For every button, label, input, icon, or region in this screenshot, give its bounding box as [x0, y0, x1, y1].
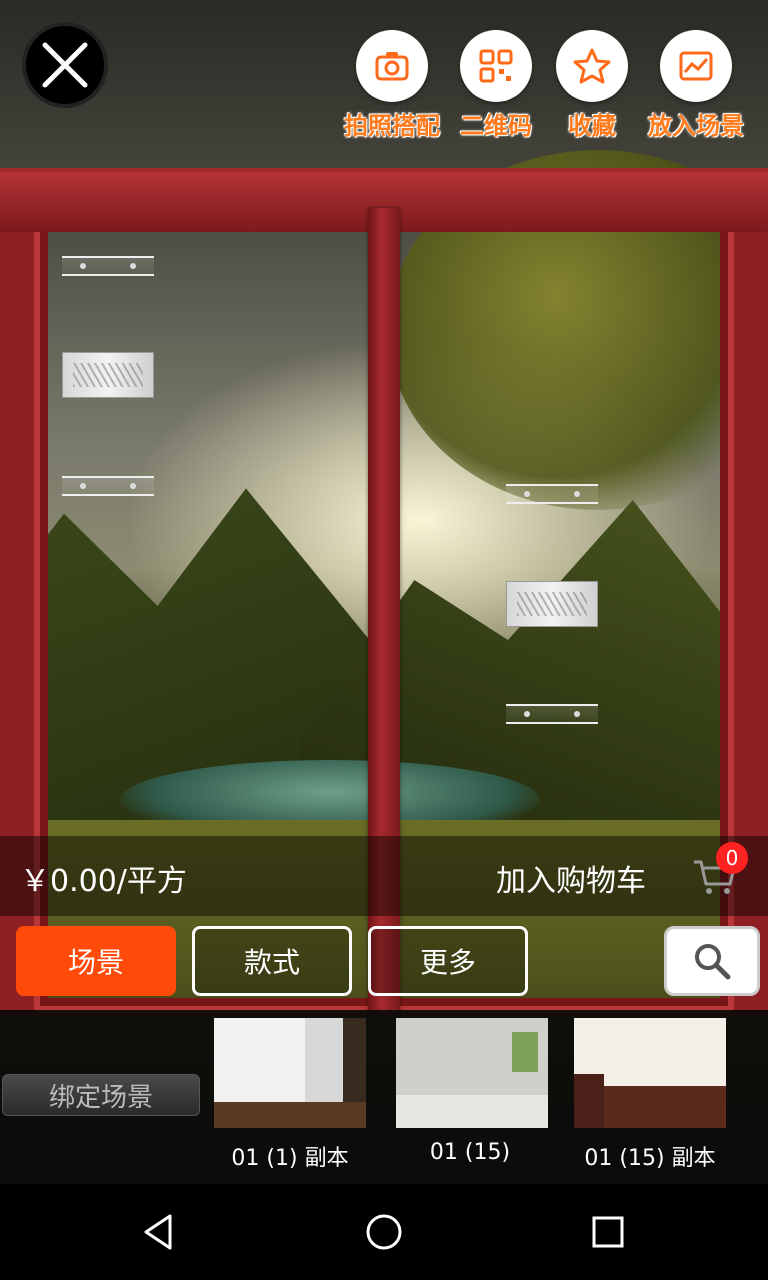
cart-count-badge: 0: [716, 842, 748, 874]
scene-thumbnail[interactable]: [214, 1018, 366, 1128]
put-in-scene-label: 放入场景: [648, 112, 744, 140]
scene-thumbnail[interactable]: [396, 1018, 548, 1128]
close-button[interactable]: [22, 22, 108, 108]
put-in-scene-button[interactable]: 放入场景: [644, 30, 748, 141]
qrcode-label: 二维码: [460, 112, 532, 140]
recents-button[interactable]: [578, 1202, 638, 1262]
door-rail: [62, 476, 154, 496]
add-to-cart-button[interactable]: 加入购物车: [496, 856, 646, 900]
favorite-label: 收藏: [568, 112, 616, 140]
recents-icon: [592, 1216, 624, 1248]
door-rail: [506, 484, 598, 504]
star-icon: [573, 48, 611, 84]
price-bar: ￥0.00/平方 加入购物车: [0, 836, 768, 916]
close-icon: [42, 42, 88, 88]
scene-icon: [679, 51, 713, 81]
door-decor-plate: [506, 581, 598, 627]
photo-match-label: 拍照搭配: [344, 112, 440, 140]
scene-thumbnail[interactable]: [574, 1018, 726, 1128]
back-button[interactable]: [130, 1202, 190, 1262]
scene-caption: 01 (1) 副本: [231, 1146, 349, 1171]
scene-caption: 01 (15) 副本: [584, 1146, 716, 1171]
tab-more[interactable]: 更多: [368, 926, 528, 996]
scene-caption: 01 (15): [429, 1140, 511, 1165]
qrcode-button[interactable]: 二维码: [446, 30, 546, 141]
door-decor-plate: [62, 352, 154, 398]
back-icon: [144, 1214, 172, 1250]
search-icon: [695, 944, 731, 980]
home-button[interactable]: [354, 1202, 414, 1262]
qrcode-icon: [479, 49, 513, 83]
bind-scene-button[interactable]: 绑定场景: [2, 1074, 200, 1116]
favorite-button[interactable]: 收藏: [542, 30, 642, 141]
home-icon: [366, 1214, 402, 1250]
door-rail: [62, 256, 154, 276]
tab-scene[interactable]: 场景: [16, 926, 176, 996]
camera-icon: [375, 52, 409, 81]
system-nav-bar: [0, 1184, 768, 1280]
price-text: ￥0.00/平方: [20, 864, 187, 899]
photo-match-button[interactable]: 拍照搭配: [342, 30, 442, 141]
search-button[interactable]: [664, 926, 760, 996]
tab-style[interactable]: 款式: [192, 926, 352, 996]
door-rail: [506, 704, 598, 724]
